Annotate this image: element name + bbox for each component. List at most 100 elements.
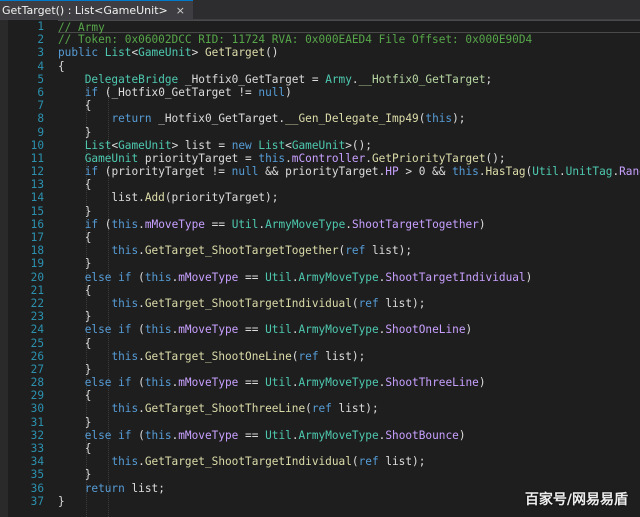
code-token: public bbox=[58, 46, 105, 60]
code-line[interactable]: 34 this.GetTarget_ShootTargetIndividual(… bbox=[0, 455, 640, 468]
gutter-gap bbox=[44, 99, 58, 112]
code-line[interactable]: 30 this.GetTarget_ShootThreeLine(ref lis… bbox=[0, 402, 640, 415]
code-token: mMoveType bbox=[178, 270, 239, 284]
gutter-gap bbox=[44, 139, 58, 152]
code-line[interactable]: 8 return _Hotfix0_GetTarget.__Gen_Delega… bbox=[0, 112, 640, 125]
code-token: mMoveType bbox=[178, 428, 239, 442]
code-token: . bbox=[138, 402, 145, 416]
tab-title: GetTarget() : List<GameUnit> bbox=[2, 3, 168, 17]
code-line[interactable]: 15 } bbox=[0, 205, 640, 218]
line-number: 12 bbox=[30, 165, 44, 179]
code-token: Util bbox=[265, 270, 292, 284]
code-token: this bbox=[111, 244, 139, 258]
gutter-gap bbox=[44, 46, 58, 59]
code-token: Add bbox=[144, 191, 165, 205]
code-line[interactable]: 16 if (this.mMoveType == Util.ArmyMoveTy… bbox=[0, 218, 640, 231]
code-line[interactable]: 19 } bbox=[0, 257, 640, 270]
code-token: ArmyMoveType bbox=[265, 217, 346, 231]
code-line[interactable]: 26 this.GetTarget_ShootOneLine(ref list)… bbox=[0, 350, 640, 363]
code-line[interactable]: 5 DelegateBridge _Hotfix0_GetTarget = Ar… bbox=[0, 73, 640, 86]
gutter-gap bbox=[44, 350, 58, 363]
code-token: ( bbox=[138, 270, 145, 284]
code-line[interactable]: 33 { bbox=[0, 442, 640, 455]
code-token: GetTarget_ShootThreeLine bbox=[144, 402, 306, 416]
code-text: public List<GameUnit> GetTarget() bbox=[58, 46, 278, 59]
line-number: 20 bbox=[30, 270, 44, 284]
close-icon[interactable]: × bbox=[174, 5, 187, 16]
code-token: List bbox=[104, 46, 132, 60]
code-token: mMoveType bbox=[178, 376, 239, 390]
code-token: GetTarget_ShootTargetIndividual bbox=[144, 455, 352, 469]
code-line[interactable]: 6 if (_Hotfix0_GetTarget != null) bbox=[0, 86, 640, 99]
code-line[interactable]: 25 { bbox=[0, 337, 640, 350]
code-editor[interactable]: 1 // Army 2 // Token: 0x06002DCC RID: 11724… bbox=[0, 20, 640, 517]
code-line[interactable]: 20 else if (this.mMoveType == Util.ArmyM… bbox=[0, 271, 640, 284]
code-line[interactable]: 32 else if (this.mMoveType == Util.ArmyM… bbox=[0, 429, 640, 442]
code-line[interactable]: 2 // Token: 0x06002DCC RID: 11724 RVA: 0x… bbox=[0, 33, 640, 46]
code-line[interactable]: 17 { bbox=[0, 231, 640, 244]
line-number: 32 bbox=[30, 428, 44, 442]
document-tab[interactable]: GetTarget() : List<GameUnit> × bbox=[0, 0, 193, 19]
code-line[interactable]: 10 List<GameUnit> list = new List<GameUn… bbox=[0, 139, 640, 152]
code-line[interactable]: 13 { bbox=[0, 178, 640, 191]
code-token: ); bbox=[452, 112, 466, 126]
code-text: // Token: 0x06002DCC RID: 11724 RVA: 0x0… bbox=[58, 33, 532, 46]
code-token: this bbox=[144, 376, 172, 390]
gutter-gap bbox=[44, 112, 58, 125]
gutter-gap bbox=[44, 218, 58, 231]
code-token: . bbox=[138, 244, 145, 258]
line-number: 5 bbox=[37, 72, 44, 86]
code-token: this bbox=[452, 165, 479, 179]
code-token: else if bbox=[84, 323, 139, 337]
code-token: ) bbox=[478, 376, 486, 390]
code-token: UnitTag bbox=[565, 165, 613, 179]
code-token: ref bbox=[345, 244, 372, 258]
code-text: } bbox=[58, 310, 92, 323]
code-text: } bbox=[58, 257, 92, 270]
code-line[interactable]: 28 else if (this.mMoveType == Util.ArmyM… bbox=[0, 376, 640, 389]
code-token: == bbox=[204, 217, 232, 231]
code-line[interactable]: 14 list.Add(priorityTarget); bbox=[0, 191, 640, 204]
code-line[interactable]: 21 { bbox=[0, 284, 640, 297]
code-text: { bbox=[58, 337, 92, 350]
code-token: . bbox=[291, 270, 299, 284]
code-line[interactable]: 27 } bbox=[0, 363, 640, 376]
code-token: ref bbox=[358, 455, 386, 469]
code-token: null bbox=[258, 85, 286, 99]
code-line[interactable]: 12 if (priorityTarget != null && priorit… bbox=[0, 165, 640, 178]
code-line[interactable]: 29 { bbox=[0, 389, 640, 402]
code-token: list); bbox=[338, 402, 379, 416]
code-line[interactable]: 18 this.GetTarget_ShootTargetTogether(re… bbox=[0, 244, 640, 257]
code-token: else if bbox=[84, 376, 139, 390]
code-line[interactable]: 24 else if (this.mMoveType == Util.ArmyM… bbox=[0, 323, 640, 336]
line-number: 36 bbox=[30, 481, 44, 495]
code-token: (); bbox=[485, 151, 506, 165]
code-token: mMoveType bbox=[144, 217, 205, 231]
code-line[interactable]: 31 } bbox=[0, 416, 640, 429]
code-line[interactable]: 4{ bbox=[0, 60, 640, 73]
code-line[interactable]: 22 this.GetTarget_ShootTargetIndividual(… bbox=[0, 297, 640, 310]
code-line[interactable]: 3 public List<GameUnit> GetTarget() bbox=[0, 46, 640, 59]
code-line[interactable]: 1 // Army bbox=[0, 20, 640, 34]
code-text: } bbox=[58, 205, 92, 218]
line-number: 19 bbox=[30, 257, 44, 271]
code-text: this.GetTarget_ShootTargetIndividual(ref… bbox=[58, 297, 425, 310]
code-token: this bbox=[111, 402, 139, 416]
code-line[interactable]: 9 } bbox=[0, 126, 640, 139]
code-token: ShootTargetTogether bbox=[351, 217, 479, 231]
line-number: 25 bbox=[30, 336, 44, 350]
code-text: { bbox=[58, 99, 92, 112]
code-token: { bbox=[58, 59, 65, 73]
gutter-gap bbox=[44, 337, 58, 350]
code-line[interactable]: 11 GameUnit priorityTarget = this.mContr… bbox=[0, 152, 640, 165]
code-text: return _Hotfix0_GetTarget.__Gen_Delegate… bbox=[58, 112, 465, 125]
line-number: 16 bbox=[30, 217, 44, 231]
code-token: ArmyMoveType bbox=[298, 270, 379, 284]
code-token: list); bbox=[385, 296, 426, 310]
code-line[interactable]: 23 } bbox=[0, 310, 640, 323]
gutter-gap bbox=[44, 323, 58, 336]
code-line[interactable]: 35 } bbox=[0, 468, 640, 481]
code-line[interactable]: 7 { bbox=[0, 99, 640, 112]
code-token: . bbox=[351, 72, 359, 86]
